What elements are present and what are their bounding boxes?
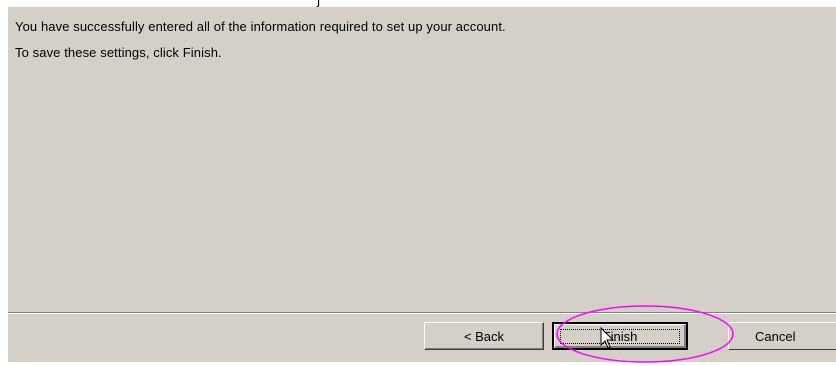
cropped-title-fragment: j (317, 0, 320, 7)
wizard-dialog: You have successfully entered all of the… (8, 7, 836, 362)
button-separator (8, 312, 836, 314)
cancel-button[interactable]: Cancel (728, 322, 836, 350)
finish-button[interactable]: Finish (552, 322, 688, 350)
save-instruction: To save these settings, click Finish. (15, 45, 222, 60)
completion-message: You have successfully entered all of the… (15, 19, 506, 34)
top-strip: j (0, 0, 836, 7)
back-button[interactable]: < Back (424, 322, 544, 350)
